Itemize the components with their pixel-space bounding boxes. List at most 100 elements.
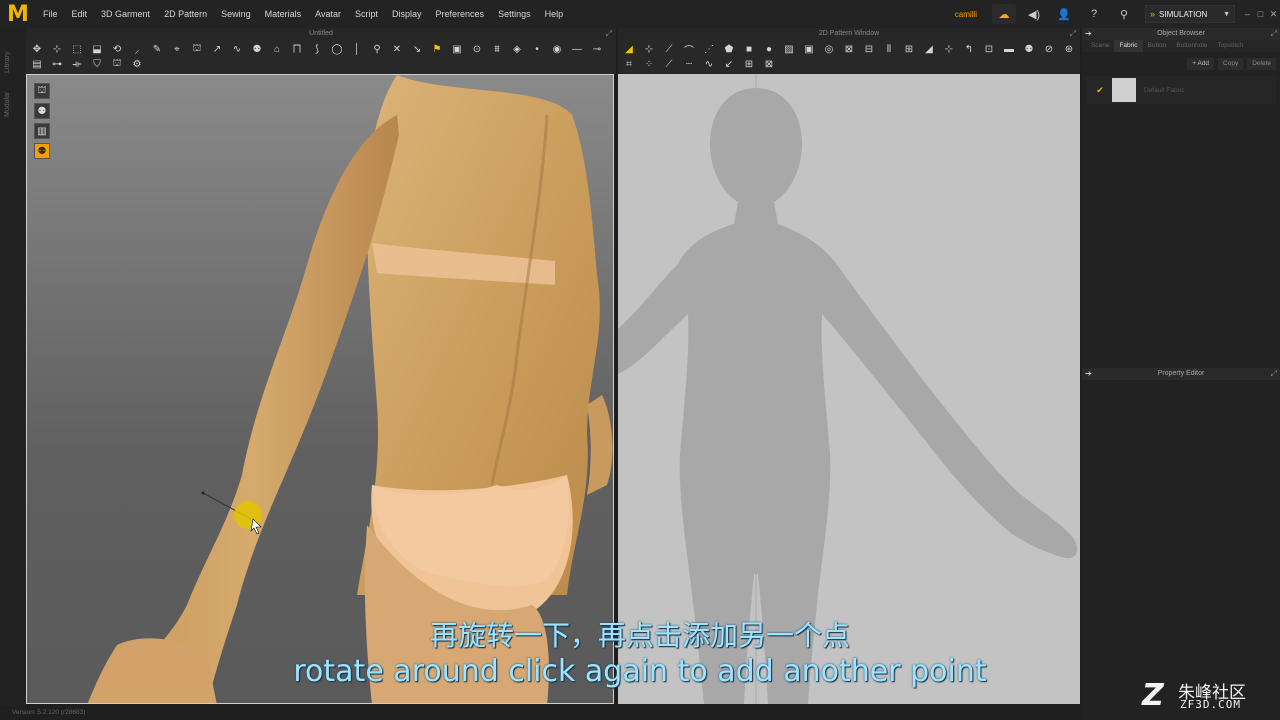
- tshirt-icon[interactable]: ⛫: [110, 57, 124, 71]
- box-icon[interactable]: ▣: [450, 42, 464, 56]
- seam-icon[interactable]: ◢: [922, 42, 936, 56]
- fold-icon[interactable]: ⟲: [110, 42, 124, 56]
- edit-texture-icon[interactable]: ⌗: [622, 57, 636, 71]
- sync-icon[interactable]: ⚙: [130, 57, 144, 71]
- arrange-icon[interactable]: ⌂: [270, 42, 284, 56]
- sew-icon[interactable]: ∿: [230, 42, 244, 56]
- cross-icon[interactable]: ✕: [390, 42, 404, 56]
- menu-avatar[interactable]: Avatar: [308, 0, 348, 28]
- topstitch-icon[interactable]: ⁘: [642, 57, 656, 71]
- shirt-icon[interactable]: ⛫: [190, 42, 204, 56]
- select-move-icon[interactable]: ✥: [30, 42, 44, 56]
- buttonhole-icon[interactable]: ⊘: [1042, 42, 1056, 56]
- measure-icon[interactable]: ↗: [210, 42, 224, 56]
- add-point-icon[interactable]: ⋰: [702, 42, 716, 56]
- rectangle-icon[interactable]: ■: [742, 42, 756, 56]
- garment-view-icon[interactable]: ⛫: [34, 83, 50, 99]
- pants-icon[interactable]: ⨅: [290, 42, 304, 56]
- circle-icon[interactable]: ●: [762, 42, 776, 56]
- button-2d-icon[interactable]: ⚉: [1022, 42, 1036, 56]
- menu-edit[interactable]: Edit: [65, 0, 95, 28]
- transform-pattern-icon[interactable]: ◢: [622, 42, 636, 56]
- brush-icon[interactable]: ✎: [150, 42, 164, 56]
- free-sew-icon[interactable]: ↰: [962, 42, 976, 56]
- line-icon[interactable]: —: [570, 42, 584, 56]
- cloud-icon[interactable]: ☁: [992, 4, 1016, 24]
- menu-materials[interactable]: Materials: [258, 0, 309, 28]
- mode-dropdown[interactable]: » SIMULATION ▼: [1145, 5, 1235, 23]
- avatar-skin-icon[interactable]: ⚉: [34, 143, 50, 159]
- arrow-right-icon[interactable]: ➔: [1085, 28, 1092, 40]
- pleat-icon[interactable]: ⫴: [882, 42, 896, 56]
- user-icon[interactable]: 👤: [1052, 4, 1076, 24]
- help-icon[interactable]: ?: [1082, 4, 1106, 24]
- grade-icon[interactable]: ⊞: [742, 57, 756, 71]
- texture-icon[interactable]: ▤: [30, 57, 44, 71]
- minimize-icon[interactable]: –: [1241, 9, 1254, 19]
- menu-settings[interactable]: Settings: [491, 0, 538, 28]
- maximize-icon[interactable]: □: [1254, 9, 1267, 19]
- figure-icon[interactable]: ⚲: [370, 42, 384, 56]
- ruler-icon[interactable]: ⊶: [50, 57, 64, 71]
- menu-3d-garment[interactable]: 3D Garment: [94, 0, 157, 28]
- texture-view-icon[interactable]: ▥: [34, 123, 50, 139]
- speaker-icon[interactable]: ◀): [1022, 4, 1046, 24]
- menu-help[interactable]: Help: [538, 0, 571, 28]
- notch-icon[interactable]: ⊞: [902, 42, 916, 56]
- button-icon[interactable]: ⊙: [470, 42, 484, 56]
- fabric-list-item[interactable]: ✔ Default Fabric: [1086, 76, 1276, 104]
- check-sew-icon[interactable]: ⊡: [982, 42, 996, 56]
- delete-button[interactable]: Delete: [1247, 58, 1276, 70]
- arrow-icon[interactable]: ↘: [410, 42, 424, 56]
- circle-dot-icon[interactable]: ◉: [550, 42, 564, 56]
- segment-sew-icon[interactable]: ⊹: [942, 42, 956, 56]
- expand-icon[interactable]: ⤢: [1070, 28, 1076, 40]
- edit-curve-icon[interactable]: ⟋: [662, 42, 676, 56]
- internal-circle-icon[interactable]: ◎: [822, 42, 836, 56]
- bar-icon[interactable]: │: [350, 42, 364, 56]
- tab-fabric[interactable]: Fabric: [1114, 40, 1143, 52]
- point-icon[interactable]: •: [530, 42, 544, 56]
- tack-2d-icon[interactable]: ▬: [1002, 42, 1016, 56]
- tape-measure-icon[interactable]: ⚑: [430, 42, 444, 56]
- tab-scene[interactable]: Scene: [1086, 40, 1114, 52]
- trace-icon[interactable]: ⊟: [862, 42, 876, 56]
- tab-buttonhole[interactable]: Buttonhole: [1171, 40, 1212, 52]
- menu-display[interactable]: Display: [385, 0, 429, 28]
- polygon-icon[interactable]: ⬟: [722, 42, 736, 56]
- edit-point-icon[interactable]: ⊹: [642, 42, 656, 56]
- annotation-icon[interactable]: ⊠: [762, 57, 776, 71]
- diamond-icon[interactable]: ◈: [510, 42, 524, 56]
- add-button[interactable]: + Add: [1187, 58, 1215, 70]
- menu-file[interactable]: File: [36, 0, 65, 28]
- lasso-icon[interactable]: ⟆: [310, 42, 324, 56]
- select-mesh-icon[interactable]: ⊹: [50, 42, 64, 56]
- internal-polygon-icon[interactable]: ▨: [782, 42, 796, 56]
- menu-script[interactable]: Script: [348, 0, 385, 28]
- avatar-icon[interactable]: ⚉: [250, 42, 264, 56]
- internal-rect-icon[interactable]: ▣: [802, 42, 816, 56]
- box-select-icon[interactable]: ⬚: [70, 42, 84, 56]
- pucker-icon[interactable]: ⟋: [662, 57, 676, 71]
- pin-icon[interactable]: ⸝: [130, 42, 144, 56]
- texture-2d-icon[interactable]: ⊛: [1062, 42, 1076, 56]
- tab-button[interactable]: Button: [1143, 40, 1172, 52]
- 3d-viewport[interactable]: ⛫ ⚉ ▥ ⚉: [26, 74, 614, 704]
- bend-icon[interactable]: ↙: [722, 57, 736, 71]
- menu-sewing[interactable]: Sewing: [214, 0, 258, 28]
- curvature-icon[interactable]: ⌒: [682, 42, 696, 57]
- expand-icon[interactable]: ⤢: [1271, 28, 1277, 40]
- menu-preferences[interactable]: Preferences: [429, 0, 492, 28]
- tab-topstitch[interactable]: Topstitch: [1212, 40, 1248, 52]
- node-icon[interactable]: ⊸: [590, 42, 604, 56]
- modular-tab[interactable]: Modular: [4, 84, 22, 124]
- wave-icon[interactable]: ∿: [702, 57, 716, 71]
- close-icon[interactable]: ✕: [1267, 9, 1280, 20]
- menu-2d-pattern[interactable]: 2D Pattern: [157, 0, 214, 28]
- transform-icon[interactable]: ⬓: [90, 42, 104, 56]
- arrow-right-icon[interactable]: ➔: [1085, 368, 1092, 380]
- ellipse-icon[interactable]: ◯: [330, 42, 344, 56]
- dart-icon[interactable]: ⊠: [842, 42, 856, 56]
- expand-icon[interactable]: ⤢: [1271, 368, 1277, 380]
- hanger-icon[interactable]: ⚲: [1112, 4, 1136, 24]
